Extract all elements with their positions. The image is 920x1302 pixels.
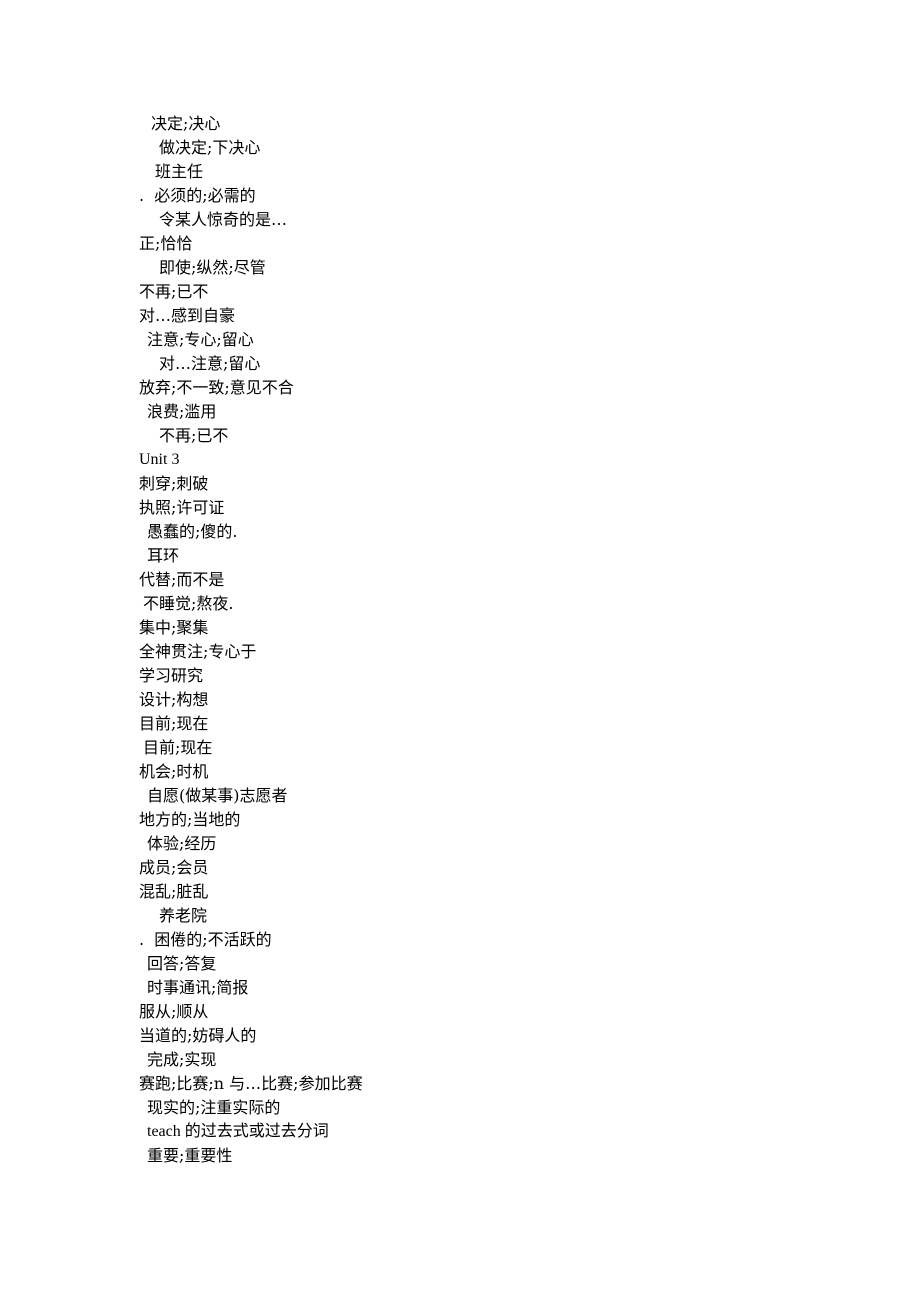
vocab-definition-line: 班主任 — [155, 162, 204, 181]
vocab-definition-line: 不睡觉;熬夜. — [143, 594, 234, 613]
vocab-definition-line: 刺穿;刺破 — [139, 474, 209, 493]
vocab-definition-line: 决定;决心 — [151, 114, 221, 133]
vocab-definition-line: 地方的;当地的 — [139, 810, 241, 829]
vocab-definition-line: . 困倦的;不活跃的 — [139, 930, 272, 949]
document-page: 决定;决心做决定;下决心班主任 . 必须的;必需的令某人惊奇的是… 正;恰恰即使;纵… — [139, 112, 839, 1168]
vocab-definition-line: 成员;会员 — [139, 858, 209, 877]
vocab-definition-line: 正;恰恰 — [139, 234, 193, 253]
vocab-definition-line: 自愿(做某事)志愿者 — [147, 786, 288, 805]
vocab-definition-line: 浪费;滥用 — [147, 402, 217, 421]
vocab-definition-line: 赛跑;比赛;n 与…比赛;参加比赛 — [139, 1074, 363, 1093]
vocab-definition-line: 目前;现在 — [139, 714, 209, 733]
vocab-definition-line: 机会;时机 — [139, 762, 209, 781]
vocab-definition-line: 学习研究 — [139, 666, 204, 685]
vocab-definition-line: 放弃;不一致;意见不合 — [139, 378, 294, 397]
vocab-definition-line: 当道的;妨碍人的 — [139, 1026, 257, 1045]
vocab-definition-line: 耳环 — [147, 546, 180, 565]
vocab-definition-line: 注意;专心;留心 — [147, 330, 254, 349]
vocab-definition-line: 回答;答复 — [147, 954, 217, 973]
vocab-definition-line: 混乱;脏乱 — [139, 882, 209, 901]
vocab-definition-line: 全神贯注;专心于 — [139, 642, 257, 661]
vocab-definition-line: 不再;已不 — [139, 282, 209, 301]
vocab-definition-line: 对…感到自豪 — [139, 306, 236, 325]
vocab-definition-line: 即使;纵然;尽管 — [159, 258, 266, 277]
vocab-definition-line: 时事通讯;简报 — [147, 978, 249, 997]
vocab-definition-line: 设计;构想 — [139, 690, 209, 709]
vocab-definition-line: 令某人惊奇的是… — [159, 210, 288, 229]
vocab-definition-line: 体验;经历 — [147, 834, 217, 853]
vocab-definition-line: 执照;许可证 — [139, 498, 225, 517]
vocab-definition-line: teach 的过去式或过去分词 — [147, 1123, 329, 1140]
vocab-definition-line: 目前;现在 — [143, 738, 213, 757]
vocab-definition-line: . 必须的;必需的 — [139, 186, 256, 205]
vocab-definition-line: 服从;顺从 — [139, 1002, 209, 1021]
vocab-definition-line: 集中;聚集 — [139, 618, 209, 637]
vocab-definition-line: 完成;实现 — [147, 1050, 217, 1069]
vocab-definition-line: 愚蠢的;傻的. — [147, 522, 238, 541]
vocab-definition-line: 不再;已不 — [159, 426, 229, 445]
vocab-definition-line: 养老院 — [159, 906, 208, 925]
vocab-definition-line: 做决定;下决心 — [159, 138, 261, 157]
section-heading: Unit 3 — [139, 451, 180, 468]
vocab-definition-line: 代替;而不是 — [139, 570, 225, 589]
vocab-definition-line: 重要;重要性 — [147, 1146, 233, 1165]
vocab-definition-line: 现实的;注重实际的 — [147, 1098, 281, 1117]
vocab-definition-line: 对…注意;留心 — [159, 354, 261, 373]
